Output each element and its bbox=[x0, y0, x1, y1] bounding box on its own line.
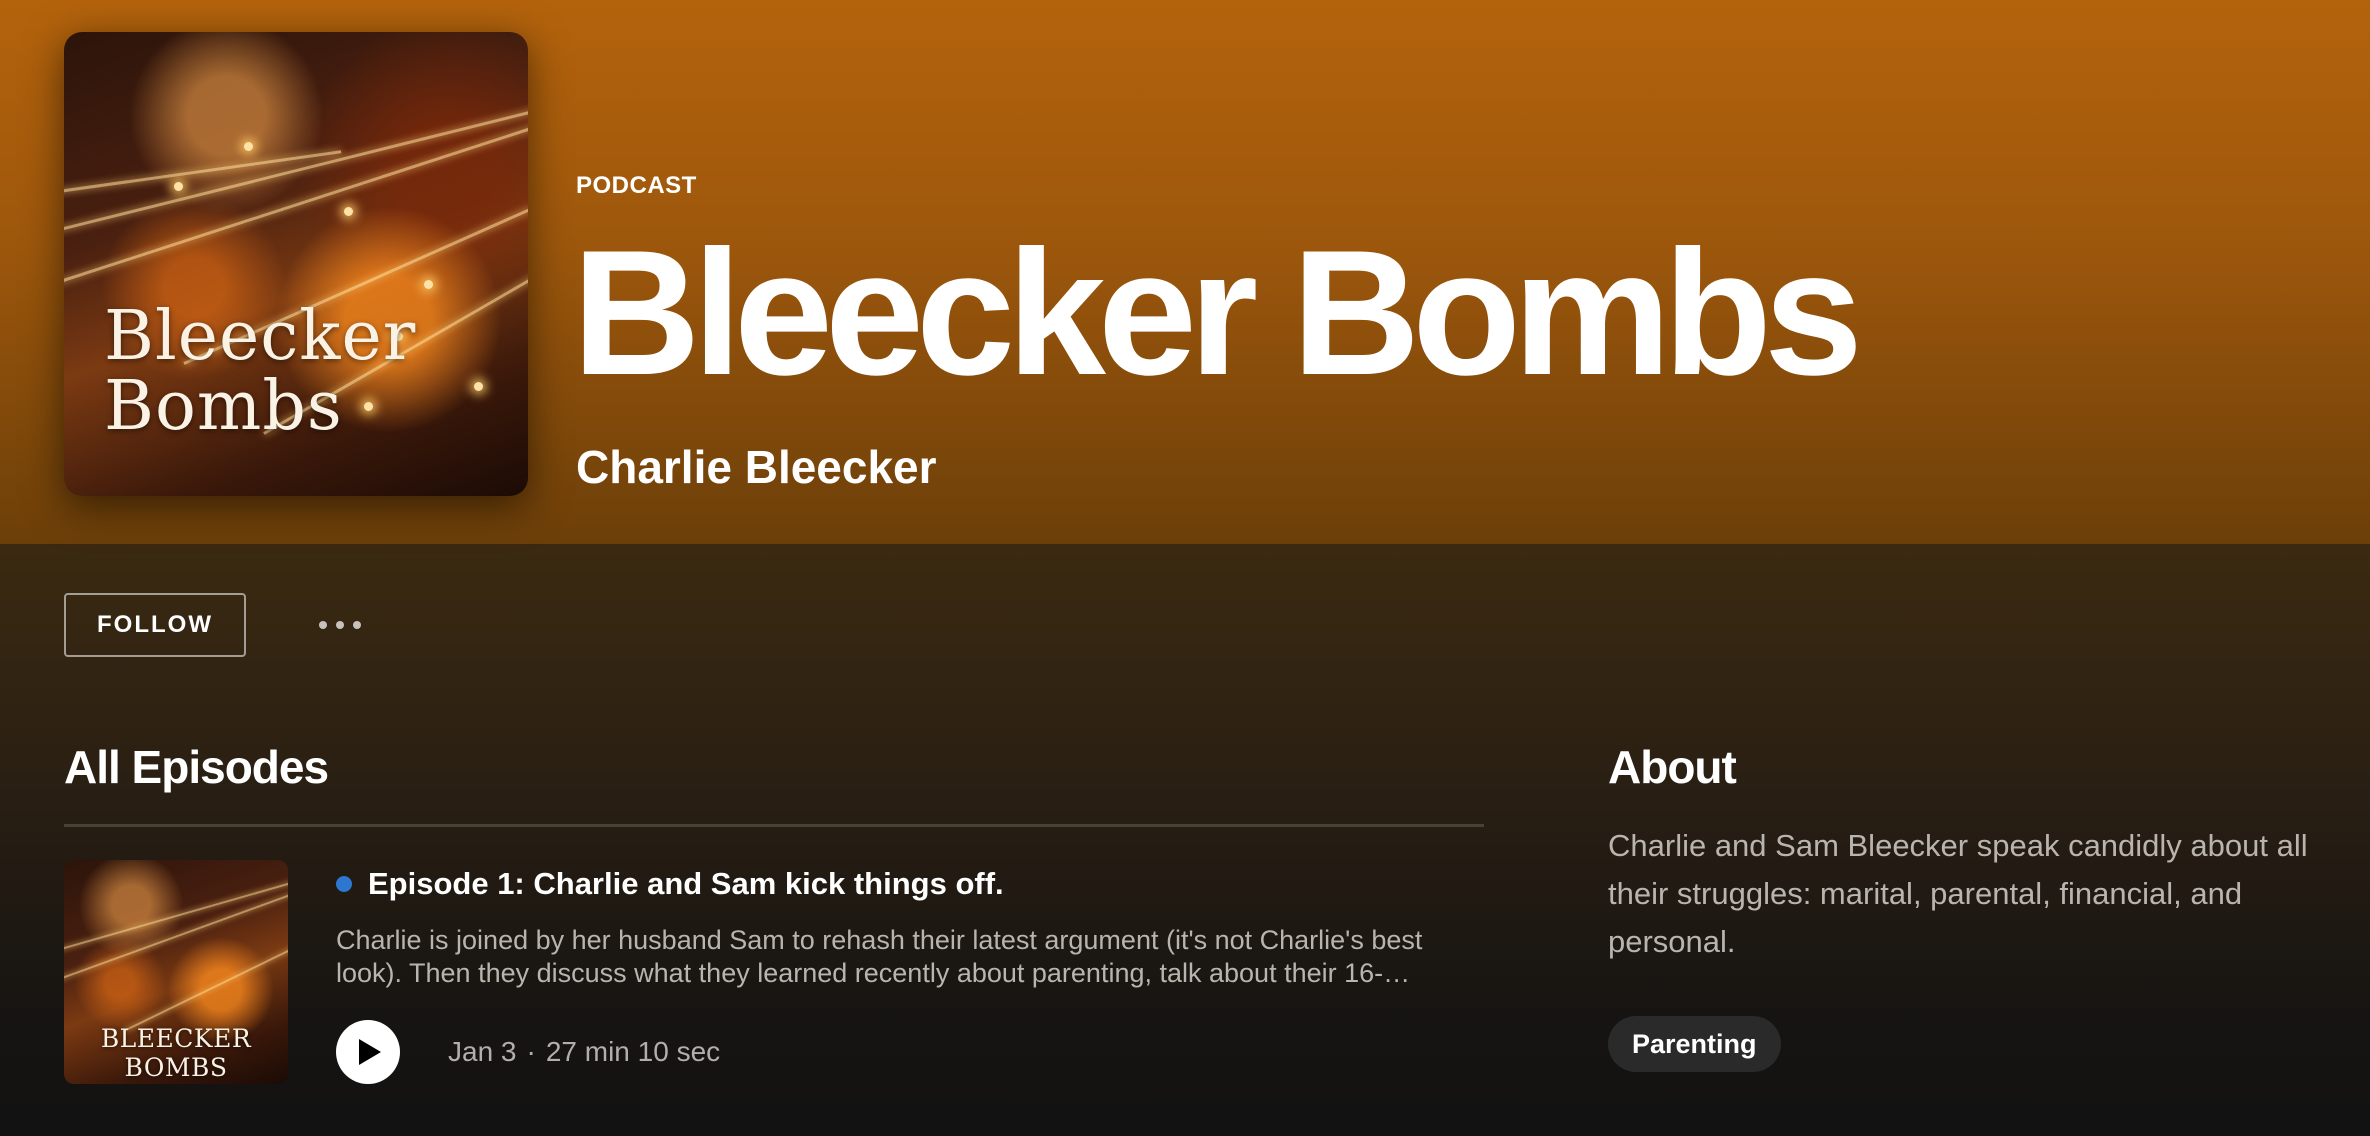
section-divider bbox=[64, 824, 1484, 827]
episode-meta: Jan 3 · 27 min 10 sec bbox=[448, 1036, 720, 1068]
genre-chip-parenting[interactable]: Parenting bbox=[1608, 1016, 1781, 1072]
meta-separator: · bbox=[526, 1036, 536, 1067]
podcast-cover-art: Bleecker Bombs bbox=[64, 32, 528, 496]
episode-date: Jan 3 bbox=[448, 1036, 517, 1067]
cover-title-line-1: Bleecker bbox=[104, 297, 417, 376]
content-type-label: PODCAST bbox=[576, 172, 697, 199]
follow-button[interactable]: FOLLOW bbox=[64, 593, 246, 657]
all-episodes-heading: All Episodes bbox=[64, 741, 329, 793]
more-horizontal-icon bbox=[319, 621, 327, 629]
podcast-title: Bleecker Bombs bbox=[572, 213, 1863, 412]
episode-title-link[interactable]: Episode 1: Charlie and Sam kick things o… bbox=[368, 866, 1004, 902]
episode-duration: 27 min 10 sec bbox=[545, 1036, 721, 1067]
cover-title-line-2: Bombs bbox=[104, 367, 343, 446]
play-icon bbox=[359, 1039, 381, 1065]
cover-title: Bleecker Bombs bbox=[104, 302, 504, 442]
about-heading: About bbox=[1608, 741, 1737, 793]
new-episode-indicator bbox=[336, 876, 352, 892]
about-description: Charlie and Sam Bleecker speak candidly … bbox=[1608, 828, 2308, 959]
episode-description: Charlie is joined by her husband Sam to … bbox=[336, 925, 1423, 988]
episode-thumbnail-text: BLEECKER BOMBS bbox=[100, 1024, 252, 1082]
more-horizontal-icon bbox=[353, 621, 361, 629]
episode-thumbnail[interactable]: BLEECKER BOMBS bbox=[64, 860, 288, 1084]
more-options-button[interactable] bbox=[310, 608, 370, 642]
podcast-author-link[interactable]: Charlie Bleecker bbox=[576, 440, 937, 494]
more-horizontal-icon bbox=[336, 621, 344, 629]
play-episode-button[interactable] bbox=[336, 1020, 400, 1084]
